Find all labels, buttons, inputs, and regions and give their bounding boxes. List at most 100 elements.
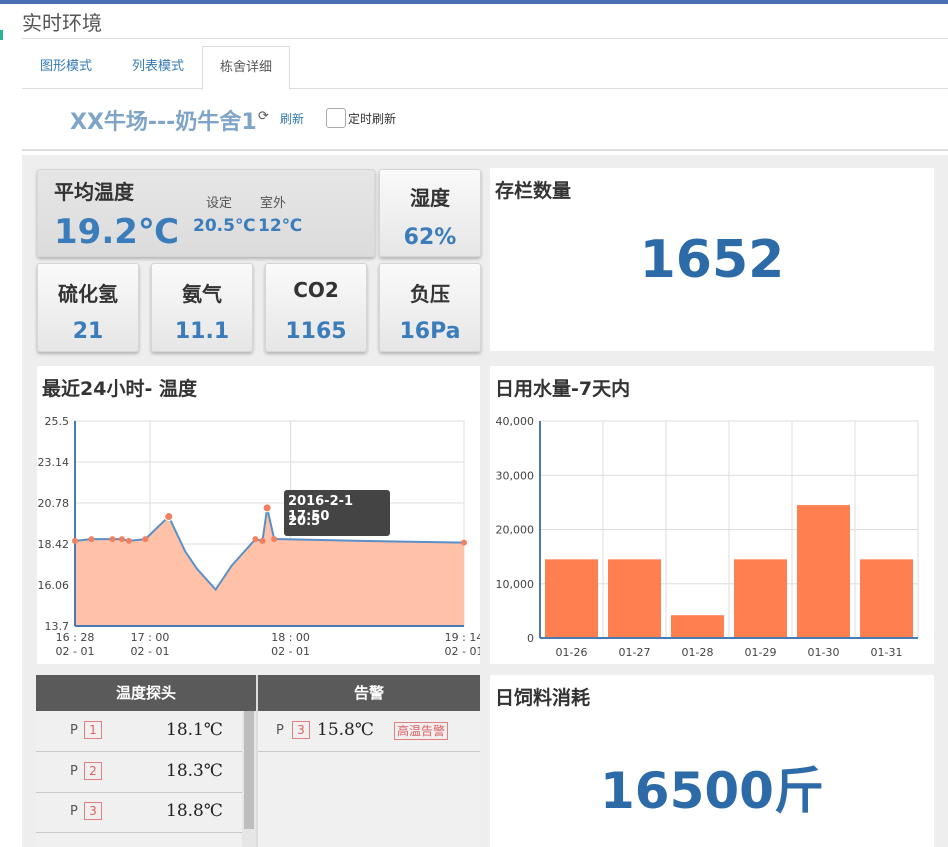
water-bar: [734, 559, 787, 638]
probe-value: 18.1℃: [166, 720, 223, 740]
probe-id-badge: 3: [84, 802, 102, 820]
refresh-link[interactable]: 刷新: [280, 110, 304, 127]
set-temp-label: 设定: [206, 196, 233, 211]
x-tick-label: 01-28: [682, 646, 714, 659]
y-tick-label: 30,000: [496, 469, 535, 482]
water-bar: [545, 559, 598, 638]
ammonia-label: 氨气: [182, 282, 222, 306]
data-point: [125, 537, 132, 544]
feed-panel: 日饲料消耗 16500斤: [490, 675, 934, 847]
water-bar: [860, 559, 913, 638]
outside-temp-label: 室外: [260, 196, 287, 211]
probe-scrollbar[interactable]: [242, 711, 256, 847]
x-tick-date: 02 - 01: [131, 645, 170, 658]
y-tick-label: 20.78: [38, 497, 70, 510]
y-tick-label: 23.14: [38, 456, 70, 469]
y-tick-label: 0: [527, 632, 534, 645]
probe-value: 18.8℃: [166, 801, 223, 821]
auto-refresh-label: 定时刷新: [348, 112, 397, 126]
x-tick-label: 17 : 00: [131, 631, 170, 644]
humidity-value: 62%: [403, 225, 457, 250]
y-tick-label: 18.42: [38, 538, 70, 551]
avg-temp-card[interactable]: 平均温度 19.2℃ 设定 室外 20.5℃ 12℃: [37, 169, 375, 257]
data-point: [88, 536, 95, 543]
x-tick-date: 02 - 01: [445, 645, 480, 658]
x-tick-label: 01-31: [871, 646, 903, 659]
content-divider: [22, 149, 948, 151]
ammonia-value: 11.1: [174, 319, 230, 344]
data-point: [72, 537, 78, 544]
probe-id-badge: 1: [84, 721, 102, 739]
humidity-card[interactable]: 湿度 62%: [379, 169, 481, 257]
ammonia-card[interactable]: 氨气 11.1: [151, 263, 253, 352]
x-tick-date: 02 - 01: [56, 645, 95, 658]
co2-card[interactable]: CO2 1165: [265, 263, 367, 352]
temp-chart[interactable]: 25.523.1420.7818.4216.0613.716 : 2802 - …: [37, 366, 481, 664]
water-chart[interactable]: 40,000 30,000 20,000 10,000 0 01-26 01-27 01-28…: [490, 366, 934, 664]
water-chart-panel: 日用水量-7天内 40,000 30,000 20,000 10,000 0 01-26 0…: [490, 366, 934, 664]
h2s-card[interactable]: 硫化氢 21: [37, 263, 139, 352]
set-temp-value: 20.5℃: [193, 216, 256, 236]
temp-chart-panel: 最近24小时- 温度 25.5 23.14 20.78 18.42 16.06 13.7 1…: [37, 366, 480, 664]
stock-title: 存栏数量: [495, 180, 572, 202]
title-divider: [22, 38, 948, 39]
x-tick-label: 18 : 00: [271, 631, 310, 644]
data-point: [142, 536, 149, 543]
table-divider: [256, 675, 258, 847]
h2s-label: 硫化氢: [58, 282, 118, 306]
feed-title: 日饲料消耗: [495, 687, 591, 709]
pressure-card[interactable]: 负压 16Pa: [379, 263, 481, 352]
data-point: [252, 536, 259, 543]
probe-prefix: P: [70, 764, 78, 779]
view-tabs: 图形模式 列表模式 栋舍详细: [22, 46, 948, 90]
feed-value: 16500斤: [600, 762, 824, 820]
left-accent-mark: [0, 30, 3, 40]
probe-prefix: P: [70, 804, 78, 819]
humidity-label: 湿度: [410, 186, 450, 210]
probe-row[interactable]: P 1 18.1℃: [36, 711, 242, 752]
water-bar: [797, 505, 850, 638]
x-tick-label: 16 : 28: [56, 631, 95, 644]
probe-row[interactable]: P 3 18.8℃: [36, 792, 242, 833]
probe-prefix: P: [70, 723, 78, 738]
alarm-table-header: 告警: [258, 675, 480, 711]
data-point: [271, 536, 278, 543]
x-tick-label: 19 : 14: [445, 631, 480, 644]
auto-refresh-checkbox[interactable]: [326, 108, 346, 128]
tab-list-mode[interactable]: 列表模式: [114, 46, 202, 88]
data-point: [109, 536, 116, 543]
avg-temp-label: 平均温度: [54, 180, 134, 204]
water-bar: [608, 559, 661, 638]
top-accent-bar: [0, 0, 948, 4]
stock-panel: 存栏数量 1652: [490, 168, 934, 351]
data-point: [118, 536, 125, 543]
dashboard-content: 平均温度 19.2℃ 设定 室外 20.5℃ 12℃ 湿度 62% 硫化氢 21…: [22, 155, 948, 847]
refresh-icon[interactable]: ⟳: [258, 109, 269, 124]
data-point: [461, 539, 467, 546]
y-tick-label: 40,000: [496, 415, 535, 428]
tooltip-value: 20.5: [288, 514, 321, 529]
data-point: [262, 503, 272, 513]
x-tick-label: 01-27: [619, 646, 651, 659]
scrollbar-thumb[interactable]: [244, 711, 254, 829]
alarm-row[interactable]: P 3 15.8℃ 高温告警: [258, 711, 480, 752]
chart-tooltip: 2016-2-1 17:50 20.5: [284, 490, 390, 536]
page-title: 实时环境: [22, 11, 102, 35]
tab-graph-mode[interactable]: 图形模式: [22, 46, 110, 88]
h2s-value: 21: [72, 319, 104, 344]
probe-row[interactable]: P 2 18.3℃: [36, 752, 242, 793]
pressure-value: 16Pa: [399, 319, 461, 344]
alarm-prefix: P: [276, 723, 284, 738]
x-tick-label: 01-26: [556, 646, 588, 659]
y-tick-label: 10,000: [496, 578, 535, 591]
tab-barn-detail[interactable]: 栋舍详细: [202, 46, 290, 90]
x-tick-label: 01-30: [808, 646, 840, 659]
x-tick-label: 01-29: [745, 646, 777, 659]
co2-label: CO2: [293, 278, 339, 302]
alarm-id-badge: 3: [292, 721, 310, 739]
y-tick-label: 16.06: [38, 579, 70, 592]
co2-value: 1165: [285, 319, 347, 344]
alarm-value: 15.8℃: [317, 720, 374, 740]
data-point: [259, 537, 266, 544]
probe-tables: 温度探头 告警 P 1 18.1℃ P 2 18.3℃ P 3 18.8℃ P …: [36, 675, 480, 847]
